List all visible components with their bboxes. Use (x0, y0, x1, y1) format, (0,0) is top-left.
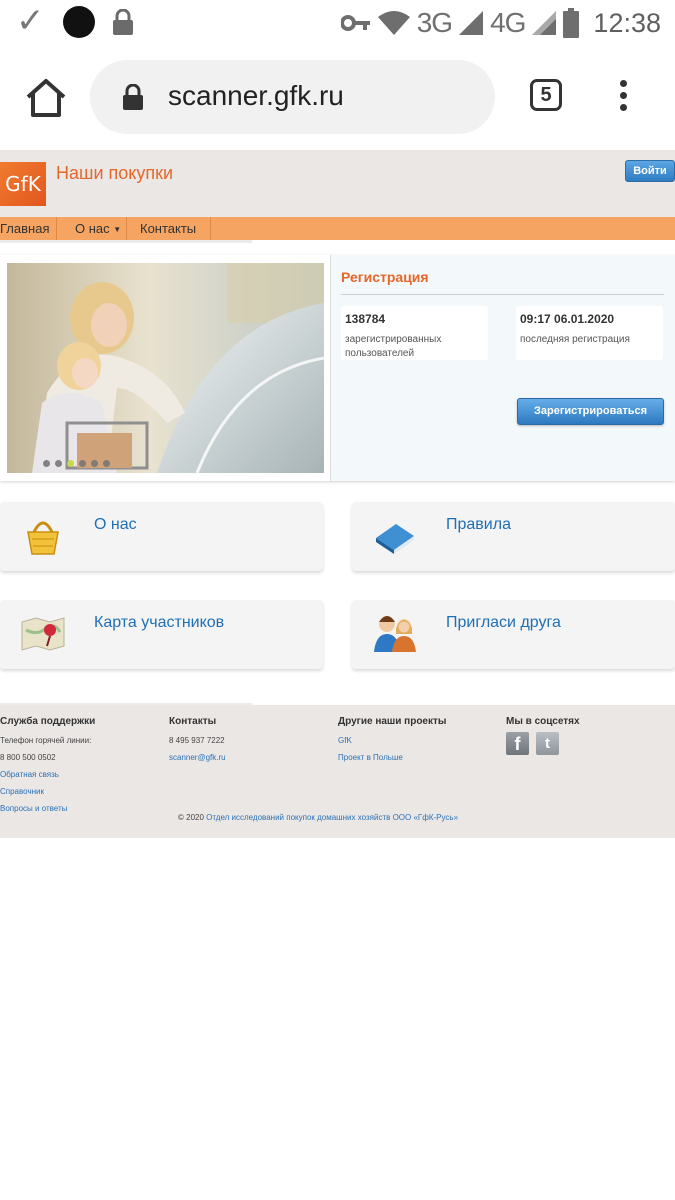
footer-support-heading: Служба поддержки (0, 716, 96, 727)
registration-title: Регистрация (341, 269, 429, 285)
signal-icon (532, 11, 557, 35)
slider-image[interactable] (7, 263, 324, 473)
slider-dot[interactable] (79, 460, 86, 467)
copyright-prefix: © 2020 (178, 813, 204, 822)
lock-icon (113, 9, 133, 35)
signal-icon (459, 11, 484, 35)
card-about[interactable]: О нас (0, 502, 323, 571)
address-bar[interactable]: scanner.gfk.ru (90, 60, 495, 134)
record-dot-icon (63, 6, 95, 38)
caret-down-icon: ▼ (113, 225, 122, 235)
hotline-number: 8 800 500 0502 (0, 753, 56, 762)
clock: 12:38 (593, 7, 661, 38)
slider-dots (43, 460, 110, 467)
status-indicators: 3G 4G 12:38 (340, 5, 661, 41)
network-3g-label: 3G (416, 7, 453, 38)
registered-count: 138784 (345, 312, 386, 326)
card-map[interactable]: Карта участников (0, 600, 323, 669)
registration-section: Регистрация 138784 зарегистрированных по… (0, 255, 675, 481)
login-button[interactable]: Войти (625, 160, 675, 182)
contact-email-link[interactable]: scanner@gfk.ru (169, 749, 226, 766)
registered-label: зарегистрированных пользователей (345, 334, 442, 359)
gfk-logo[interactable]: GfK (0, 162, 46, 206)
register-button[interactable]: Зарегистрироваться (517, 398, 664, 425)
footer-support: Служба поддержки Телефон горячей линии: … (0, 716, 95, 817)
facebook-icon[interactable]: f (506, 732, 529, 755)
nav-item-home[interactable]: Главная (0, 217, 49, 240)
url-text: scanner.gfk.ru (168, 80, 344, 111)
slider-dot-active[interactable] (67, 460, 74, 467)
basket-icon (27, 521, 59, 555)
poland-project-link[interactable]: Проект в Польше (338, 749, 446, 766)
card-rules-label: Правила (446, 516, 511, 533)
wifi-icon (377, 11, 410, 35)
copyright: © 2020 Отдел исследований покупок домашн… (178, 813, 458, 822)
footer-contacts-heading: Контакты (169, 716, 217, 727)
network-4g-label: 4G (490, 7, 526, 38)
last-registration-stat: 09:17 06.01.2020 последняя регистрация (516, 306, 663, 360)
slider-dot[interactable] (43, 460, 50, 467)
people-icon (374, 616, 416, 652)
home-icon[interactable] (24, 76, 68, 120)
faq-link[interactable]: Вопросы и ответы (0, 800, 95, 817)
map-pin-icon (21, 617, 65, 651)
tab-switcher-button[interactable]: 5 (530, 79, 562, 111)
main-nav: Главная О нас ▼ Контакты (0, 217, 675, 240)
slider-dot[interactable] (91, 460, 98, 467)
book-icon (376, 524, 414, 554)
nav-item-about-label: О нас (75, 221, 110, 236)
card-map-label: Карта участников (94, 614, 225, 631)
feedback-link[interactable]: Обратная связь (0, 766, 95, 783)
footer-social-heading: Мы в соцсетях (506, 716, 580, 727)
reference-link[interactable]: Справочник (0, 783, 95, 800)
card-invite[interactable]: Пригласи друга (352, 600, 675, 669)
lock-icon (123, 84, 143, 110)
footer-projects-heading: Другие наши проекты (338, 716, 447, 727)
site-footer: Служба поддержки Телефон горячей линии: … (0, 705, 675, 838)
slider (0, 255, 331, 481)
site-title[interactable]: Наши покупки (56, 162, 176, 184)
card-about-label: О нас (94, 516, 137, 533)
footer-contacts: Контакты 8 495 937 7222 scanner@gfk.ru (169, 716, 226, 766)
hotline-label: Телефон горячей линии: (0, 736, 92, 745)
overflow-menu-icon[interactable] (612, 80, 634, 116)
key-icon (340, 15, 370, 31)
last-registration-label: последняя регистрация (520, 334, 630, 345)
slider-dot[interactable] (103, 460, 110, 467)
site-header: GfK Наши покупки (0, 150, 675, 217)
browser-toolbar: scanner.gfk.ru 5 (0, 46, 675, 150)
status-bar: ✓ 3G 4G 12:38 (0, 0, 675, 46)
nav-item-about[interactable]: О нас ▼ (75, 217, 121, 240)
nav-item-contacts[interactable]: Контакты (140, 217, 196, 240)
slider-dot[interactable] (55, 460, 62, 467)
contact-phone: 8 495 937 7222 (169, 736, 225, 745)
copyright-link[interactable]: Отдел исследований покупок домашних хозя… (206, 813, 458, 822)
gfk-project-link[interactable]: GfK (338, 732, 446, 749)
registered-users-stat: 138784 зарегистрированных пользователей (341, 306, 488, 360)
check-icon: ✓ (16, 2, 45, 40)
last-registration-time: 09:17 06.01.2020 (520, 312, 615, 326)
twitter-icon[interactable]: t (536, 732, 559, 755)
card-invite-label: Пригласи друга (446, 614, 561, 631)
card-rules[interactable]: Правила (352, 502, 675, 571)
footer-projects: Другие наши проекты GfK Проект в Польше (338, 716, 446, 766)
battery-icon (563, 8, 580, 38)
footer-social: Мы в соцсетях f t (506, 716, 580, 755)
